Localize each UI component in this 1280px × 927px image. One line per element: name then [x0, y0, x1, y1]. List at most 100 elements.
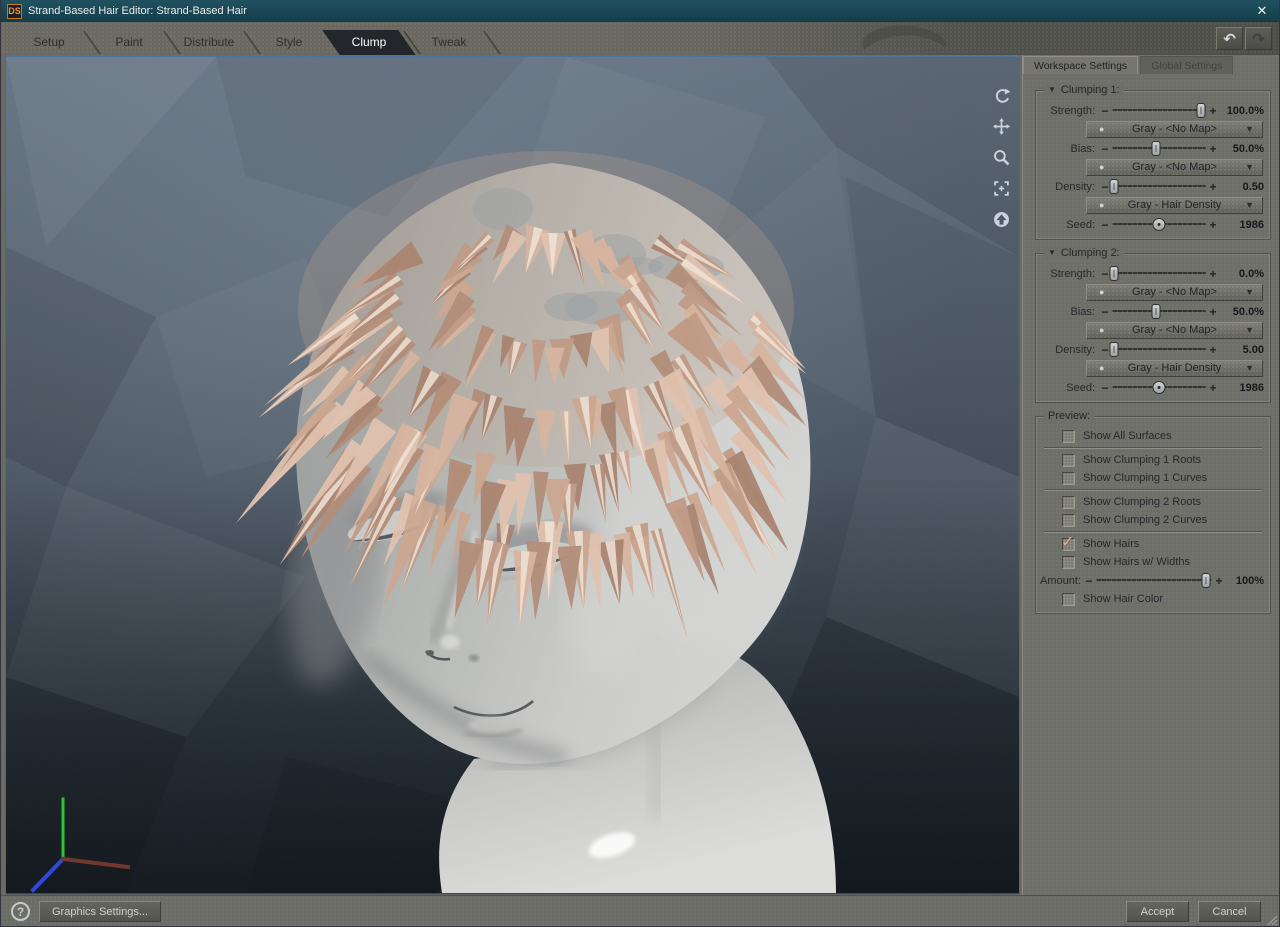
slider-minus[interactable]: −: [1100, 144, 1110, 154]
slider-row-bias: Bias:−+50.0%: [1038, 139, 1268, 158]
checkbox-label: Show Clumping 1 Roots: [1083, 454, 1201, 466]
dropdown-row: ●Gray - <No Map>▼: [1038, 283, 1268, 302]
orbit-icon[interactable]: [989, 83, 1013, 107]
slider-label: Bias:: [1040, 306, 1100, 318]
slider-handle[interactable]: [1152, 141, 1161, 156]
map-dropdown[interactable]: ●Gray - <No Map>▼: [1086, 322, 1263, 339]
slider-handle[interactable]: [1109, 179, 1118, 194]
resize-grip[interactable]: [1266, 914, 1278, 926]
slider-handle[interactable]: [1153, 218, 1166, 231]
graphics-settings-button[interactable]: Graphics Settings...: [39, 901, 161, 922]
tab-style[interactable]: Style: [249, 30, 329, 55]
slider-handle[interactable]: [1109, 266, 1118, 281]
slider-track-line: [1096, 579, 1212, 582]
checkbox-row-show-all-surfaces: Show All Surfaces: [1038, 427, 1268, 445]
panel-tab-workspace-settings[interactable]: Workspace Settings: [1023, 56, 1138, 74]
redo-icon: ↷: [1252, 30, 1265, 48]
accept-button[interactable]: Accept: [1126, 901, 1189, 922]
slider-plus[interactable]: +: [1214, 576, 1224, 586]
window-title: Strand-Based Hair Editor: Strand-Based H…: [28, 5, 1251, 17]
cancel-button[interactable]: Cancel: [1198, 901, 1261, 922]
zoom-icon[interactable]: [989, 145, 1013, 169]
tab-clump[interactable]: Clump: [329, 30, 409, 55]
tab-distribute[interactable]: Distribute: [169, 30, 249, 55]
help-button[interactable]: ?: [11, 902, 30, 921]
chevron-down-icon: ▼: [1245, 122, 1254, 137]
undo-button[interactable]: ↶: [1216, 27, 1243, 50]
slider-track[interactable]: [1110, 304, 1208, 319]
dropdown-row: ●Gray - Hair Density▼: [1038, 196, 1268, 215]
slider-track[interactable]: [1110, 342, 1208, 357]
slider-minus[interactable]: −: [1100, 307, 1110, 317]
footer-bar: ? Graphics Settings... Accept Cancel: [1, 895, 1279, 927]
tab-setup[interactable]: Setup: [9, 30, 89, 55]
group-clumping-2: ▼Clumping 2:Strength:−+0.0%●Gray - <No M…: [1035, 253, 1271, 403]
map-dropdown[interactable]: ●Gray - Hair Density▼: [1086, 360, 1263, 377]
slider-plus[interactable]: +: [1208, 144, 1218, 154]
slider-minus[interactable]: −: [1100, 106, 1110, 116]
tab-paint[interactable]: Paint: [89, 30, 169, 55]
map-dropdown[interactable]: ●Gray - <No Map>▼: [1086, 121, 1263, 138]
slider-handle[interactable]: [1197, 103, 1206, 118]
checkbox-show-hairs-w-widths[interactable]: [1062, 556, 1075, 569]
panel-tab-bar: Workspace SettingsGlobal Settings: [1023, 56, 1280, 74]
map-dropdown[interactable]: ●Gray - <No Map>▼: [1086, 159, 1263, 176]
slider-track[interactable]: [1110, 103, 1208, 118]
slider-track[interactable]: [1110, 179, 1208, 194]
slider-minus[interactable]: −: [1084, 576, 1094, 586]
checkbox-show-clumping-1-curves[interactable]: [1062, 472, 1075, 485]
close-icon[interactable]: ✕: [1251, 3, 1273, 19]
panel-tab-global-settings[interactable]: Global Settings: [1140, 56, 1233, 74]
tab-tweak[interactable]: Tweak: [409, 30, 489, 55]
slider-track[interactable]: [1110, 141, 1208, 156]
tab-label: Setup: [9, 30, 89, 55]
slider-minus[interactable]: −: [1100, 383, 1110, 393]
slider-row-amount: Amount:−+100%: [1038, 571, 1268, 590]
slider-track-line: [1112, 109, 1206, 112]
slider-handle[interactable]: [1109, 342, 1118, 357]
dropdown-bullet-icon: ●: [1099, 160, 1104, 175]
slider-plus[interactable]: +: [1208, 220, 1218, 230]
checkmark-icon: ✓: [1061, 532, 1074, 552]
checkbox-show-clumping-2-roots[interactable]: [1062, 496, 1075, 509]
slider-plus[interactable]: +: [1208, 182, 1218, 192]
checkbox-row-show-clumping-1-curves: Show Clumping 1 Curves: [1038, 469, 1268, 487]
slider-minus[interactable]: −: [1100, 220, 1110, 230]
checkbox-show-clumping-2-curves[interactable]: [1062, 514, 1075, 527]
slider-track[interactable]: [1110, 217, 1208, 232]
map-dropdown[interactable]: ●Gray - <No Map>▼: [1086, 284, 1263, 301]
collapse-icon[interactable]: ▼: [1048, 83, 1056, 97]
map-dropdown[interactable]: ●Gray - Hair Density▼: [1086, 197, 1263, 214]
slider-track[interactable]: [1110, 380, 1208, 395]
group-label: ▼ Clumping 1:: [1044, 83, 1124, 97]
chevron-down-icon: ▼: [1245, 160, 1254, 175]
slider-handle[interactable]: [1153, 381, 1166, 394]
dropdown-bullet-icon: ●: [1099, 361, 1104, 376]
slider-track[interactable]: [1094, 573, 1214, 588]
checkbox-show-clumping-1-roots[interactable]: [1062, 454, 1075, 467]
slider-plus[interactable]: +: [1208, 383, 1218, 393]
collapse-icon[interactable]: ▼: [1048, 246, 1056, 260]
viewport-3d[interactable]: [5, 55, 1020, 895]
slider-handle[interactable]: [1152, 304, 1161, 319]
redo-button[interactable]: ↷: [1245, 27, 1272, 50]
dropdown-bullet-icon: ●: [1099, 198, 1104, 213]
slider-track[interactable]: [1110, 266, 1208, 281]
slider-plus[interactable]: +: [1208, 345, 1218, 355]
slider-plus[interactable]: +: [1208, 269, 1218, 279]
chevron-down-icon: ▼: [1245, 285, 1254, 300]
checkbox-show-hair-color[interactable]: [1062, 593, 1075, 606]
slider-handle[interactable]: [1201, 573, 1210, 588]
frame-icon[interactable]: [989, 176, 1013, 200]
tab-label: Style: [249, 30, 329, 55]
home-icon[interactable]: [989, 207, 1013, 231]
group-title: Clumping 1:: [1061, 83, 1120, 97]
slider-plus[interactable]: +: [1208, 307, 1218, 317]
pan-icon[interactable]: [989, 114, 1013, 138]
accept-label: Accept: [1141, 906, 1175, 918]
app-icon: DS: [7, 4, 22, 19]
slider-plus[interactable]: +: [1208, 106, 1218, 116]
checkbox-show-hairs[interactable]: ✓: [1062, 538, 1075, 551]
checkbox-show-all-surfaces[interactable]: [1062, 430, 1075, 443]
help-icon: ?: [17, 905, 24, 919]
